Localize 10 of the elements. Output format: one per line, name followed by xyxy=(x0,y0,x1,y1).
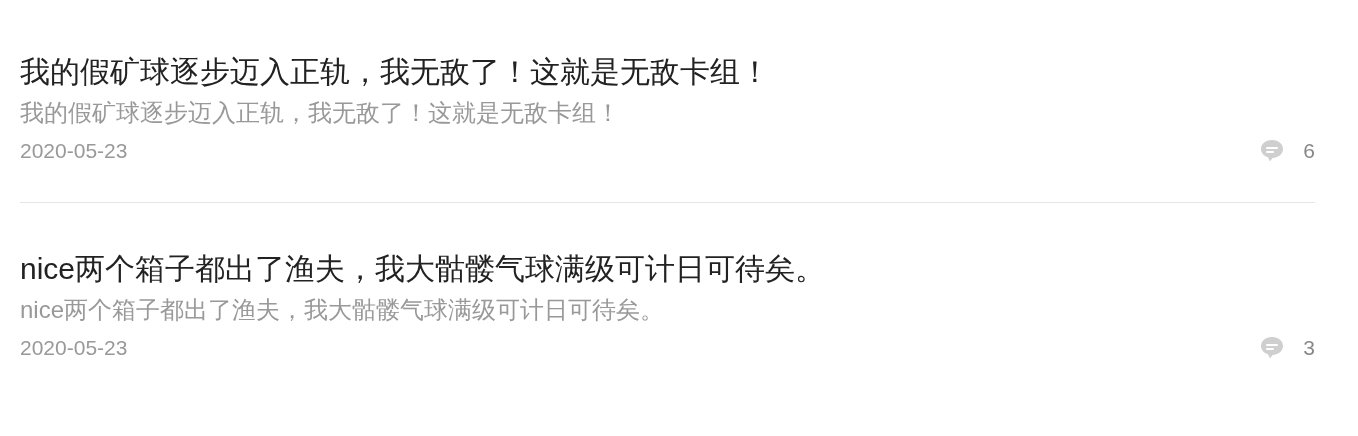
comment-icon xyxy=(1259,138,1286,164)
post-date: 2020-05-23 xyxy=(20,335,128,361)
post-summary: 我的假矿球逐步迈入正轨，我无敌了！这就是无敌卡组！ xyxy=(20,98,621,128)
post-date: 2020-05-23 xyxy=(20,138,128,164)
comment-count: 3 xyxy=(1303,335,1315,361)
post-title[interactable]: nice两个箱子都出了渔夫，我大骷髅气球满级可计日可待矣。 xyxy=(20,251,1315,287)
post-title[interactable]: 我的假矿球逐步迈入正轨，我无敌了！这就是无敌卡组！ xyxy=(20,54,1315,90)
comment-count: 6 xyxy=(1303,138,1315,164)
comment-icon xyxy=(1259,335,1286,361)
post-summary: nice两个箱子都出了渔夫，我大骷髅气球满级可计日可待矣。 xyxy=(20,295,666,325)
